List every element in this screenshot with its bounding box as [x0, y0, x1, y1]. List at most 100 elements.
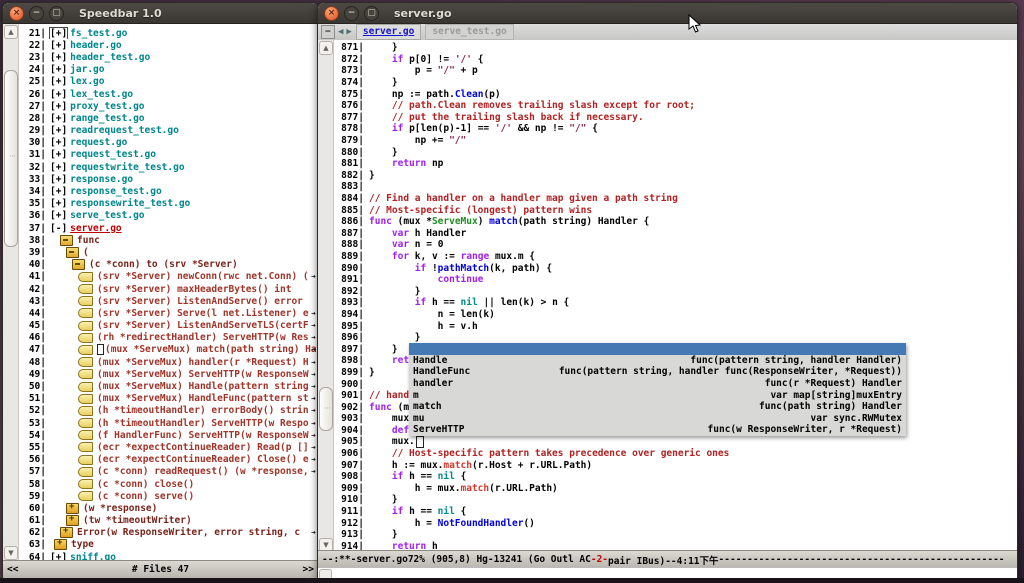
speedbar-modeline[interactable]: << # Files 47 >> [3, 560, 318, 578]
speedbar-item[interactable]: 41|(srv *Server) newConn(rwc net.Conn) (… [19, 271, 318, 283]
tag-icon[interactable] [78, 382, 93, 392]
tag-icon[interactable] [78, 357, 93, 367]
speedbar-item-label[interactable]: Error(w ResponseWriter, error string, c [77, 527, 300, 538]
expand-icon[interactable]: [+] [50, 113, 67, 124]
speedbar-item[interactable]: 43|(srv *Server) ListenAndServe() error [19, 295, 318, 307]
code-line[interactable]: 910| } [334, 494, 1017, 506]
code-line[interactable]: 874| } [334, 77, 1017, 89]
tag-icon[interactable] [78, 272, 93, 282]
speedbar-item-label[interactable]: (tw *timeoutWriter) [83, 515, 192, 526]
expand-icon[interactable]: [+] [50, 137, 67, 148]
code-line[interactable]: 886|func (mux *ServeMux) match(path stri… [334, 216, 1017, 228]
popup-row[interactable]: HandleFuncfunc(pattern string, handler f… [409, 366, 906, 378]
speedbar-item-label[interactable]: serve_test.go [70, 210, 144, 221]
code-line[interactable]: 887| var h Handler [334, 228, 1017, 240]
popup-row[interactable]: mvar map[string]muxEntry [409, 389, 906, 401]
editor-modeline[interactable]: --:**- server.go 72% (905,8) Hg-13241 (G… [318, 550, 1017, 568]
speedbar-list[interactable]: 21|[+]fs_test.go22|[+]header.go23|[+]hea… [19, 24, 318, 561]
code-line[interactable]: 880| } [334, 146, 1017, 158]
minimize-icon[interactable]: − [29, 6, 44, 21]
speedbar-item[interactable]: 54|(f HandlerFunc) ServeHTTP(w ResponseW… [19, 429, 318, 441]
editor-scrollbar-thumb[interactable]: ⋯ [319, 387, 333, 431]
scroll-down-icon[interactable]: ▼ [4, 546, 18, 560]
group-box-icon[interactable] [54, 539, 67, 550]
speedbar-item[interactable]: 50|(mux *ServeMux) Handle(pattern string… [19, 380, 318, 392]
code-line[interactable]: 896| } [334, 332, 1017, 344]
speedbar-item[interactable]: 59|(c *conn) serve() [19, 490, 318, 502]
speedbar-item[interactable]: 40|(c *conn) to (srv *Server) [19, 259, 318, 271]
group-box-icon[interactable] [66, 503, 79, 514]
code-line[interactable]: 908| if h == nil { [334, 471, 1017, 483]
speedbar-item-label[interactable]: lex.go [70, 76, 104, 87]
speedbar-item[interactable]: 34|[+]response_test.go [19, 185, 318, 197]
speedbar-item[interactable]: 26|[+]lex_test.go [19, 88, 318, 100]
speedbar-item[interactable]: 63|type [19, 539, 318, 551]
tag-icon[interactable] [78, 406, 93, 416]
speedbar-item-label[interactable]: (srv *Server) newConn(rwc net.Conn) ( [97, 271, 309, 282]
code-line[interactable]: 890| if !pathMatch(k, path) { [334, 262, 1017, 274]
speedbar-item-label[interactable]: (mux *ServeMux) handler(r *Request) H [97, 357, 309, 368]
expand-icon[interactable]: [+] [50, 40, 67, 51]
speedbar-item-label[interactable]: (f HandlerFunc) ServeHTTP(w ResponseW [97, 430, 309, 441]
speedbar-item[interactable]: 22|[+]header.go [19, 39, 318, 51]
speedbar-item-label[interactable]: ( [83, 247, 89, 258]
speedbar-item-label[interactable]: readrequest_test.go [70, 125, 179, 136]
tag-icon[interactable] [78, 491, 93, 501]
speedbar-item[interactable]: 46|(rh *redirectHandler) ServeHTTP(w Res… [19, 332, 318, 344]
expand-icon[interactable]: [+] [50, 125, 67, 136]
speedbar-item[interactable]: 33|[+]response.go [19, 173, 318, 185]
speedbar-item[interactable]: 61|(tw *timeoutWriter) [19, 515, 318, 527]
speedbar-item-label[interactable]: response.go [70, 174, 133, 185]
speedbar-item-label[interactable]: (srv *Server) Serve(l net.Listener) e [97, 308, 309, 319]
code-line[interactable]: 875| np := path.Clean(p) [334, 88, 1017, 100]
speedbar-item-label[interactable]: (w *response) [83, 503, 157, 514]
speedbar-item[interactable]: 36|[+]serve_test.go [19, 210, 318, 222]
code-line[interactable]: 873| p = "/" + p [334, 65, 1017, 77]
speedbar-item[interactable]: 56|(ecr *expectContinueReader) Close() e… [19, 454, 318, 466]
speedbar-item[interactable]: 37|[-]server.go [19, 222, 318, 234]
speedbar-item[interactable]: 38|func [19, 234, 318, 246]
speedbar-item[interactable]: 30|[+]request.go [19, 137, 318, 149]
popup-row[interactable]: handlerfunc(r *Request) Handler [409, 378, 906, 390]
speedbar-item-label[interactable]: proxy_test.go [70, 101, 144, 112]
tag-icon[interactable] [78, 430, 93, 440]
close-icon[interactable]: × [324, 6, 339, 21]
speedbar-item-label[interactable]: header_test.go [70, 52, 150, 63]
autocomplete-popup[interactable]: Handlefunc(pattern string, handler Handl… [409, 343, 906, 436]
popup-row[interactable]: muvar sync.RWMutex [409, 413, 906, 425]
speedbar-item[interactable]: 62|Error(w ResponseWriter, error string,… [19, 527, 318, 539]
speedbar-item-label[interactable]: (srv *Server) maxHeaderBytes() int [97, 284, 291, 295]
speedbar-item[interactable]: 49|(mux *ServeMux) ServeHTTP(w ResponseW… [19, 368, 318, 380]
speedbar-item-label[interactable]: responsewrite_test.go [70, 198, 190, 209]
speedbar-item-label[interactable]: type [71, 539, 94, 550]
group-box-icon[interactable] [66, 515, 79, 526]
scroll-up-icon[interactable]: ▲ [319, 41, 333, 55]
speedbar-scrollbar[interactable]: ▲ ⋯ ▼ [3, 24, 19, 561]
expand-icon[interactable]: [+] [50, 174, 67, 185]
tag-icon[interactable] [78, 345, 93, 355]
speedbar-item-label[interactable]: (mux *ServeMux) Handle(pattern string [97, 381, 309, 392]
speedbar-item[interactable]: 25|[+]lex.go [19, 76, 318, 88]
expand-icon[interactable]: [+] [50, 198, 67, 209]
popup-row[interactable]: Handlefunc(pattern string, handler Handl… [409, 355, 906, 367]
editor-scrollbar[interactable]: ▲ ⋯ ▼ [318, 40, 334, 553]
speedbar-item-label[interactable]: (srv *Server) ListenAndServe() error [97, 296, 303, 307]
speedbar-item-label[interactable]: response_test.go [70, 186, 162, 197]
maximize-icon[interactable]: ▢ [49, 6, 64, 21]
speedbar-item[interactable]: 24|[+]jar.go [19, 64, 318, 76]
tag-icon[interactable] [78, 284, 93, 294]
speedbar-item-label[interactable]: request.go [70, 137, 127, 148]
speedbar-item-label[interactable]: (c *conn) serve() [97, 491, 194, 502]
expand-icon[interactable]: [+] [50, 64, 67, 75]
close-icon[interactable]: × [9, 6, 24, 21]
code-line[interactable]: 876| // path.Clean removes trailing slas… [334, 100, 1017, 112]
group-box-icon[interactable] [60, 527, 73, 538]
speedbar-item[interactable]: 51|(mux *ServeMux) HandleFunc(pattern st… [19, 393, 318, 405]
speedbar-item-label[interactable]: (rh *redirectHandler) ServeHTTP(w Res [97, 332, 309, 343]
tabbar-minus-button[interactable]: − [321, 25, 335, 39]
speedbar-item[interactable]: 39|( [19, 246, 318, 258]
minimize-icon[interactable]: − [344, 6, 359, 21]
code-line[interactable]: 894| n = len(k) [334, 309, 1017, 321]
speedbar-item-label[interactable]: (c *conn) to (srv *Server) [89, 259, 238, 270]
speedbar-scrollbar-thumb[interactable]: ⋯ [4, 70, 18, 247]
